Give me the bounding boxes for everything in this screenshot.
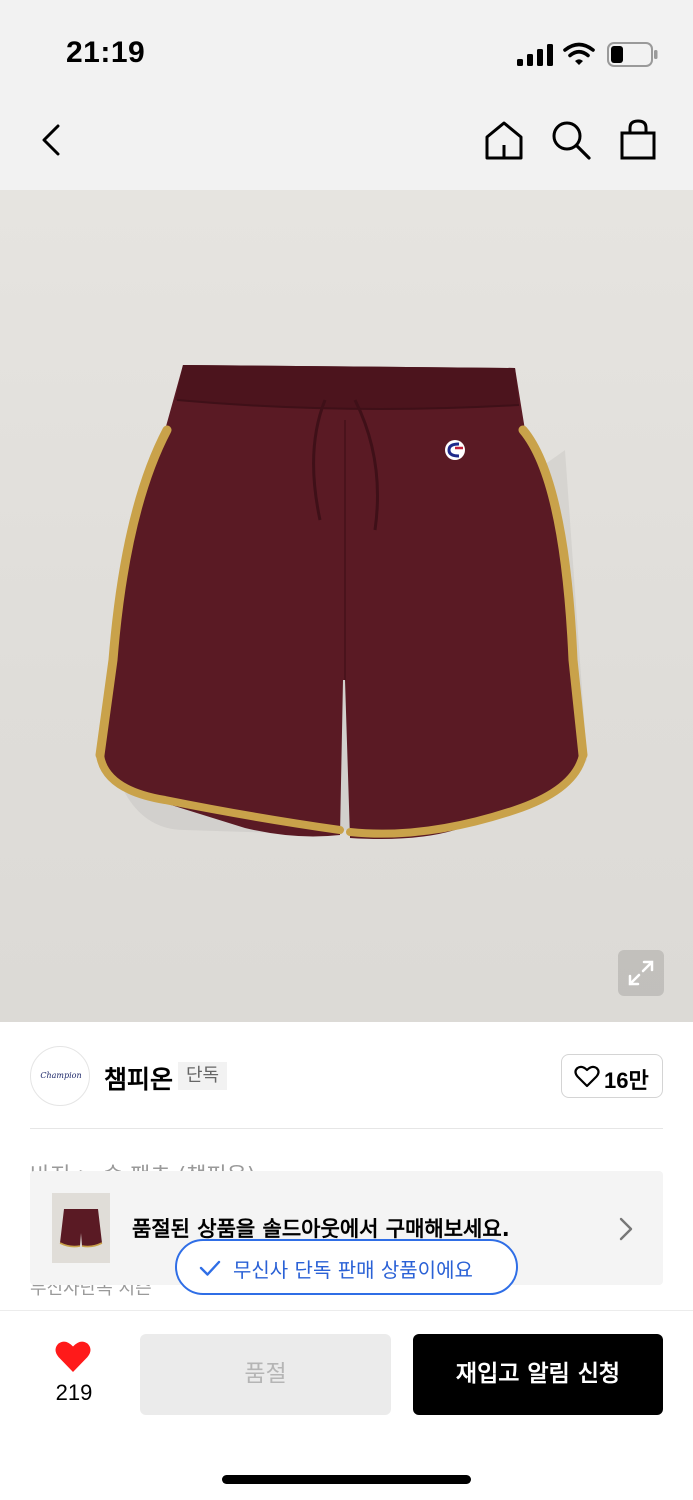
brand-logo-text: Champion <box>40 1071 82 1080</box>
brand-name[interactable]: 챔피온 <box>104 1060 173 1096</box>
status-time: 21:19 <box>66 36 146 69</box>
banner-thumbnail <box>52 1193 110 1263</box>
battery-icon <box>607 42 658 67</box>
cellular-signal-icon <box>517 44 553 66</box>
heart-filled-icon <box>55 1341 91 1372</box>
divider <box>30 1128 663 1129</box>
top-bar: 21:19 <box>0 0 693 190</box>
product-page: 21:19 Champion 챔피온 단독 16만 무신사단독 시즌 품절된 상… <box>0 0 693 1500</box>
home-icon[interactable] <box>482 118 526 162</box>
restock-alert-button[interactable]: 재입고 알림 신청 <box>413 1334 663 1415</box>
toast-text: 무신사 단독 판매 상품이에요 <box>233 1258 473 1282</box>
wishlist-count: 219 <box>55 1380 93 1405</box>
heart-outline-icon <box>574 1065 600 1088</box>
expand-icon[interactable] <box>618 950 664 996</box>
check-icon <box>199 1260 221 1276</box>
shorts-illustration <box>95 365 588 839</box>
exclusive-badge: 단독 <box>178 1062 228 1090</box>
back-button[interactable] <box>32 118 72 162</box>
wifi-icon <box>563 42 595 65</box>
bottom-bar-divider <box>0 1310 693 1311</box>
soldout-button: 품절 <box>140 1334 391 1415</box>
search-icon[interactable] <box>549 118 593 162</box>
brand-like-button[interactable]: 16만 <box>561 1054 663 1098</box>
chevron-right-icon <box>619 1217 633 1241</box>
shopping-bag-icon[interactable] <box>616 118 660 162</box>
exclusive-toast: 무신사 단독 판매 상품이에요 <box>175 1239 518 1295</box>
product-image[interactable] <box>0 190 693 1022</box>
wishlist-button[interactable]: 219 <box>40 1340 108 1410</box>
brand-like-count: 16만 <box>604 1068 649 1093</box>
home-indicator[interactable] <box>222 1475 471 1484</box>
brand-row: Champion 챔피온 단독 16만 <box>0 1040 693 1120</box>
brand-logo[interactable]: Champion <box>30 1046 90 1106</box>
